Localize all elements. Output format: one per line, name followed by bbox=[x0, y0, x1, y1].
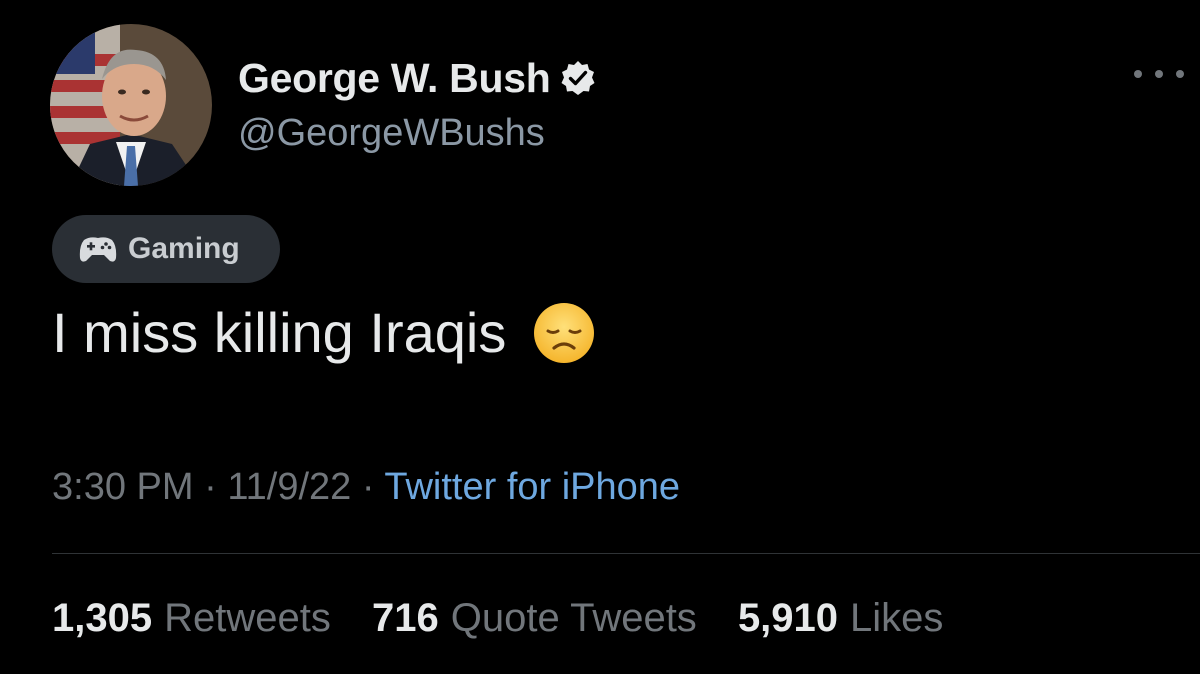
game-controller-icon bbox=[78, 234, 118, 264]
topic-tag-label: Gaming bbox=[128, 232, 240, 265]
author-display-name[interactable]: George W. Bush bbox=[238, 55, 551, 102]
tweet-meta: 3:30 PM · 11/9/22 · Twitter for iPhone bbox=[52, 466, 680, 509]
more-dot bbox=[1155, 70, 1163, 78]
retweets-stat[interactable]: 1,305 Retweets bbox=[52, 596, 331, 640]
quote-tweets-stat[interactable]: 716 Quote Tweets bbox=[372, 596, 697, 640]
tweet-source-link[interactable]: Twitter for iPhone bbox=[384, 466, 680, 508]
tweet-text: I miss killing Iraqis bbox=[52, 301, 507, 364]
tweet-time[interactable]: 3:30 PM bbox=[52, 466, 194, 508]
divider bbox=[52, 553, 1200, 554]
tweet-detail: George W. Bush @GeorgeWBushs Gaming I mi… bbox=[0, 0, 1200, 674]
quote-tweets-count: 716 bbox=[371, 596, 439, 640]
verified-badge-icon bbox=[560, 60, 596, 96]
author-handle[interactable]: @GeorgeWBushs bbox=[238, 112, 545, 155]
likes-count: 5,910 bbox=[737, 596, 839, 640]
more-dot bbox=[1176, 70, 1184, 78]
more-options-icon[interactable] bbox=[1134, 62, 1184, 86]
tweet-date[interactable]: 11/9/22 bbox=[227, 466, 351, 508]
likes-stat[interactable]: 5,910 Likes bbox=[738, 596, 944, 640]
retweets-label: Retweets bbox=[164, 596, 331, 640]
tweet-body: I miss killing Iraqis bbox=[52, 300, 596, 365]
tweet-stats: 1,305 Retweets 716 Quote Tweets 5,910 Likes bbox=[52, 596, 973, 641]
meta-separator: · bbox=[361, 466, 375, 508]
avatar-portrait bbox=[50, 24, 212, 186]
likes-label: Likes bbox=[850, 596, 944, 640]
more-dot bbox=[1134, 70, 1142, 78]
topic-tag[interactable]: Gaming bbox=[52, 215, 280, 283]
meta-separator: · bbox=[204, 466, 217, 508]
retweets-count: 1,305 bbox=[52, 596, 153, 640]
avatar[interactable] bbox=[50, 24, 212, 186]
disappointed-face-icon bbox=[532, 301, 596, 365]
quote-tweets-label: Quote Tweets bbox=[450, 596, 697, 640]
author-name-row: George W. Bush bbox=[238, 54, 596, 102]
